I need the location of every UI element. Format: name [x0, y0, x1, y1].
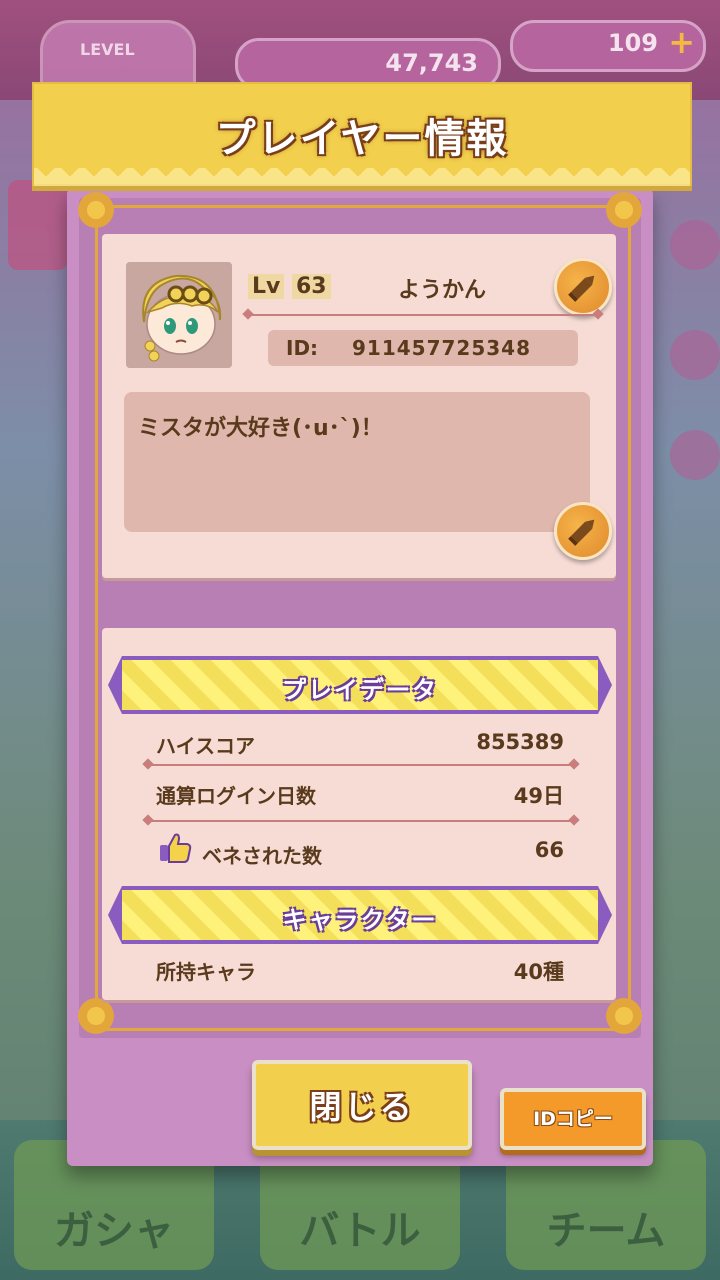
pencil-icon — [568, 275, 595, 302]
player-id-field: ID: 911457725348 — [268, 330, 578, 366]
level-label: LEVEL — [80, 40, 135, 59]
coin-value: 47,743 — [385, 49, 478, 77]
owned-characters-label: 所持キャラ — [156, 960, 256, 984]
corner-ornament-icon — [606, 192, 642, 228]
id-label: ID: — [286, 336, 319, 360]
tab-label: チーム — [546, 1208, 666, 1254]
background-menu-icon — [670, 220, 720, 270]
dialog-header: プレイヤー情報 — [32, 82, 692, 186]
name-divider — [248, 314, 598, 316]
character-avatar-icon — [126, 262, 232, 368]
gem-value: 109 — [607, 29, 658, 57]
edit-comment-button[interactable] — [554, 502, 612, 560]
high-score-value: 855389 — [476, 730, 564, 754]
tab-label: ガシャ — [54, 1208, 174, 1254]
close-button[interactable]: 閉じる — [252, 1060, 472, 1150]
character-heading: キャラクター — [282, 906, 438, 934]
login-days-value: 49日 — [513, 784, 564, 808]
close-button-label: 閉じる — [309, 1088, 415, 1126]
login-days-label: 通算ログイン日数 — [156, 784, 316, 808]
copy-id-button[interactable]: IDコピー — [500, 1088, 646, 1150]
gem-counter: 109 + — [510, 20, 706, 72]
bene-count-value: 66 — [534, 838, 564, 862]
dialog-title: プレイヤー情報 — [215, 116, 509, 162]
background-event-card — [8, 180, 68, 270]
corner-ornament-icon — [606, 998, 642, 1034]
row-divider — [148, 820, 574, 822]
player-id-value: 911457725348 — [352, 336, 531, 360]
row-divider — [148, 764, 574, 766]
play-data-ribbon: プレイデータ — [108, 656, 612, 714]
profile-comment: ミスタが大好き(･u･`)！ — [138, 416, 383, 441]
background-menu-icon — [670, 430, 720, 480]
player-level: 63 — [292, 274, 331, 299]
bene-count-label: ベネされた数 — [202, 844, 322, 868]
owned-characters-value: 40種 — [513, 960, 564, 984]
high-score-label: ハイスコア — [156, 734, 255, 758]
corner-ornament-icon — [78, 192, 114, 228]
play-data-heading: プレイデータ — [282, 676, 438, 704]
tab-label: バトル — [299, 1208, 421, 1254]
player-name: ようかん — [398, 278, 487, 303]
character-ribbon: キャラクター — [108, 886, 612, 944]
pencil-icon — [568, 519, 595, 546]
edit-name-button[interactable] — [554, 258, 612, 316]
level-prefix: Lv — [248, 274, 285, 299]
copy-id-button-label: IDコピー — [533, 1108, 613, 1130]
add-gem-icon: + — [668, 23, 695, 61]
profile-comment-box: ミスタが大好き(･u･`)！ — [124, 392, 590, 532]
corner-ornament-icon — [78, 998, 114, 1034]
background-menu-icon — [670, 330, 720, 380]
thumbs-up-icon — [160, 833, 192, 863]
